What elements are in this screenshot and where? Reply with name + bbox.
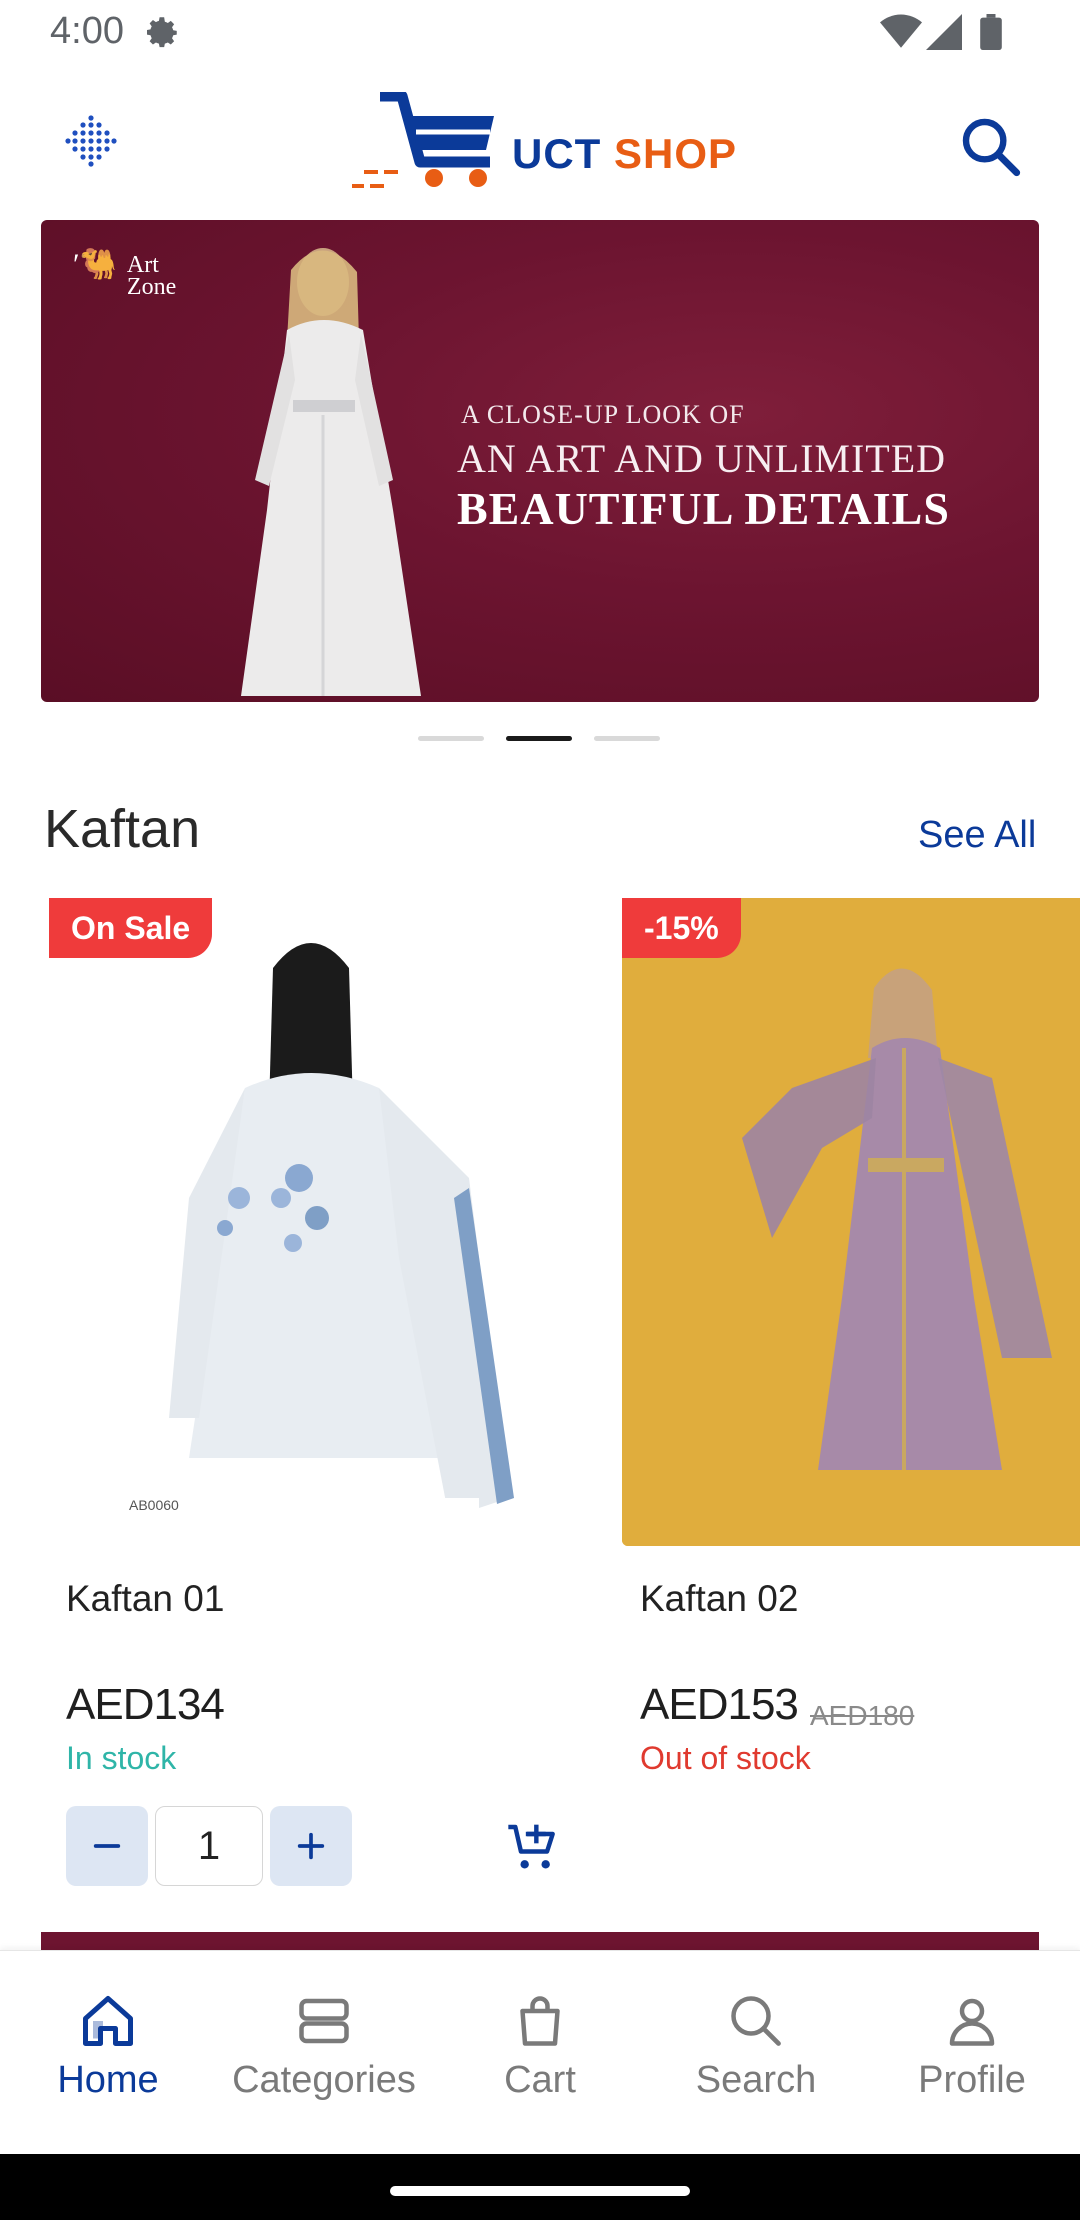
banner-brand-logo: ʹ🐫 Art Zone: [73, 248, 177, 300]
banner-line-2: AN ART AND UNLIMITED: [457, 436, 947, 481]
home-icon: [83, 1996, 133, 2046]
categories-icon: [299, 1998, 349, 2044]
pagination-dot-active[interactable]: [506, 736, 572, 741]
bottom-navigation: Home Categories Cart Search Profile: [0, 1950, 1080, 2155]
product-name[interactable]: Kaftan 02: [640, 1578, 798, 1620]
kaftan-02-image: [622, 898, 1080, 1546]
kaftan-01-image: AB0060: [79, 898, 549, 1546]
quantity-input[interactable]: 1: [155, 1806, 263, 1886]
minus-icon: [93, 1844, 121, 1848]
nav-label-categories: Categories: [232, 2059, 416, 2101]
banner-pagination: [418, 736, 662, 744]
add-to-cart-icon[interactable]: [506, 1820, 562, 1876]
nav-item-home[interactable]: Home: [0, 1951, 216, 2155]
nav-label-profile: Profile: [918, 2059, 1026, 2101]
product-old-price: AED180: [810, 1700, 915, 1731]
pagination-dot[interactable]: [594, 736, 660, 741]
product-name[interactable]: Kaftan 01: [66, 1578, 224, 1620]
quantity-increase-button[interactable]: [270, 1806, 352, 1886]
nav-label-search: Search: [695, 2059, 817, 2101]
model-dress-image: [241, 248, 421, 696]
nav-item-profile[interactable]: Profile: [864, 1951, 1080, 2155]
svg-text:AB0060: AB0060: [129, 1497, 179, 1513]
logo-text-uct: UCT: [512, 130, 602, 177]
banner-line-1: A CLOSE-UP LOOK OF: [461, 400, 745, 429]
battery-icon: [980, 14, 1002, 50]
plus-icon: [297, 1832, 325, 1860]
logo-text: UCT SHOP: [512, 130, 737, 178]
banner-brand-line2: Zone: [126, 274, 177, 300]
promo-banner[interactable]: ʹ🐫 Art Zone A CLOSE-UP LOOK OF AN ART AN…: [41, 220, 1039, 702]
status-time: 4:00: [50, 10, 124, 52]
product-image-kaftan-01[interactable]: AB0060: [49, 898, 559, 1546]
product-price: AED134: [66, 1680, 225, 1729]
next-banner-strip: [41, 1932, 1039, 1952]
section-title: Kaftan: [44, 799, 201, 859]
cell-signal-icon: [926, 14, 962, 50]
status-bar: 4:00: [0, 0, 1080, 66]
nav-label-home: Home: [57, 2059, 159, 2101]
pagination-dot[interactable]: [418, 736, 484, 741]
cart-bag-icon: [520, 1996, 560, 2046]
logo-text-shop: SHOP: [601, 130, 738, 177]
nav-item-categories[interactable]: Categories: [216, 1951, 432, 2155]
product-price: AED153: [640, 1680, 799, 1729]
profile-icon: [949, 1998, 995, 2046]
badge-on-sale: On Sale: [49, 898, 213, 958]
nav-item-search[interactable]: Search: [648, 1951, 864, 2155]
quantity-decrease-button[interactable]: [66, 1806, 148, 1886]
banner-line-3: BEAUTIFUL DETAILS: [457, 483, 950, 534]
stock-status: In stock: [66, 1740, 177, 1776]
search-icon[interactable]: [958, 114, 1022, 178]
see-all-link[interactable]: See All: [918, 814, 1036, 857]
nav-label-cart: Cart: [504, 2059, 576, 2101]
product-image-kaftan-02[interactable]: [622, 898, 1080, 1546]
search-icon: [731, 1996, 781, 2046]
grid-dots-icon[interactable]: [60, 110, 122, 172]
nav-item-cart[interactable]: Cart: [432, 1951, 648, 2155]
stock-status: Out of stock: [640, 1740, 811, 1776]
home-gesture-handle[interactable]: [390, 2186, 690, 2196]
wifi-icon: [880, 14, 922, 48]
badge-discount: -15%: [622, 898, 741, 958]
settings-gear-icon: [147, 17, 177, 48]
